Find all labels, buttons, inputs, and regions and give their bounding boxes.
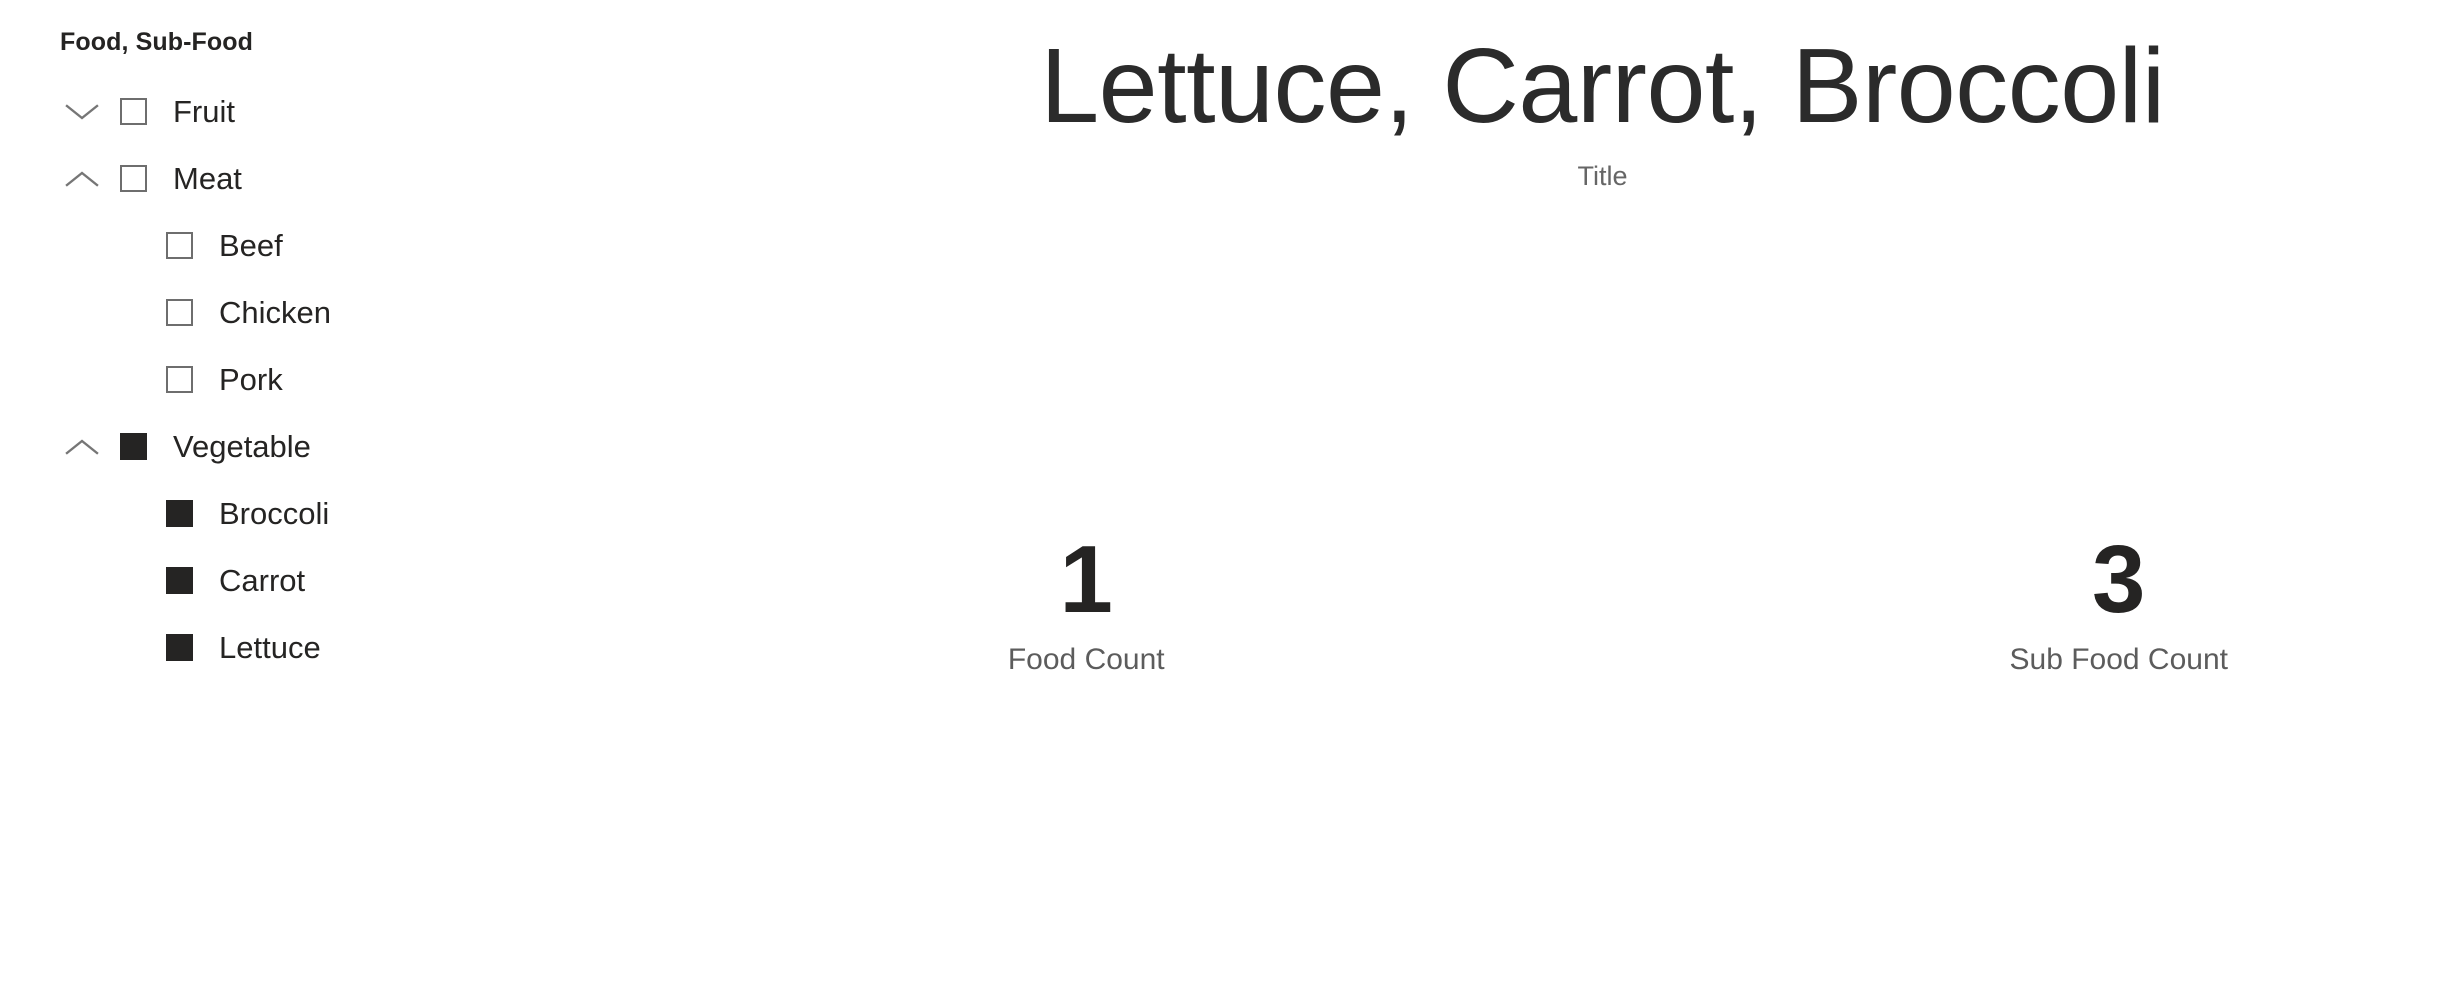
checkbox-beef[interactable] <box>166 232 193 259</box>
tree-row[interactable]: Vegetable <box>0 413 760 480</box>
checkbox-carrot[interactable] <box>166 567 193 594</box>
tree-row[interactable]: Fruit <box>0 78 760 145</box>
tree-row[interactable]: Chicken <box>0 279 760 346</box>
checkbox-meat[interactable] <box>120 165 147 192</box>
tree-row[interactable]: Beef <box>0 212 760 279</box>
chevron-placeholder <box>62 226 102 266</box>
title-card: Lettuce, Carrot, Broccoli Title <box>760 28 2445 190</box>
kpi-row: 1 Food Count 3 Sub Food Count <box>760 526 2445 676</box>
tree-row[interactable]: Meat <box>0 145 760 212</box>
food-tree: Fruit Meat Beef Chicken Pork Vegetable Broccol… <box>0 78 760 681</box>
chevron-down-icon[interactable] <box>62 92 102 132</box>
tree-item-label[interactable]: Broccoli <box>219 498 329 529</box>
tree-item-label[interactable]: Meat <box>173 163 242 194</box>
chevron-placeholder <box>62 628 102 668</box>
checkbox-pork[interactable] <box>166 366 193 393</box>
tree-item-label[interactable]: Vegetable <box>173 431 311 462</box>
kpi-label: Sub Food Count <box>2009 642 2228 676</box>
page-subtitle: Title <box>1577 160 1628 191</box>
tree-row[interactable]: Lettuce <box>0 614 760 681</box>
tree-item-label[interactable]: Fruit <box>173 96 235 127</box>
kpi-value: 1 <box>1059 526 1113 633</box>
checkbox-vegetable[interactable] <box>120 433 147 460</box>
tree-item-label[interactable]: Pork <box>219 364 283 395</box>
chevron-placeholder <box>62 494 102 534</box>
checkbox-fruit[interactable] <box>120 98 147 125</box>
report-canvas: Lettuce, Carrot, Broccoli Title 1 Food Co… <box>760 0 2445 1002</box>
checkbox-chicken[interactable] <box>166 299 193 326</box>
kpi-value: 3 <box>2092 526 2146 633</box>
tree-row[interactable]: Broccoli <box>0 480 760 547</box>
checkbox-broccoli[interactable] <box>166 500 193 527</box>
chevron-placeholder <box>62 561 102 601</box>
checkbox-lettuce[interactable] <box>166 634 193 661</box>
tree-item-label[interactable]: Chicken <box>219 297 331 328</box>
chevron-up-icon[interactable] <box>62 159 102 199</box>
kpi-label: Food Count <box>1007 642 1165 676</box>
tree-item-label[interactable]: Lettuce <box>219 632 321 663</box>
tree-row[interactable]: Carrot <box>0 547 760 614</box>
chevron-placeholder <box>62 293 102 333</box>
page-title: Lettuce, Carrot, Broccoli <box>1040 27 2165 145</box>
tree-item-label[interactable]: Beef <box>219 230 283 261</box>
slicer-header-label: Food, Sub-Food <box>60 28 254 56</box>
tree-item-label[interactable]: Carrot <box>219 565 305 596</box>
chevron-up-icon[interactable] <box>62 427 102 467</box>
tree-row[interactable]: Pork <box>0 346 760 413</box>
food-slicer-panel: Food, Sub-Food Fruit Meat Beef Chicken Pork V… <box>0 0 760 1002</box>
kpi-card: 1 Food Count <box>760 526 1603 676</box>
chevron-placeholder <box>62 360 102 400</box>
kpi-card: 3 Sub Food Count <box>1603 526 2445 676</box>
